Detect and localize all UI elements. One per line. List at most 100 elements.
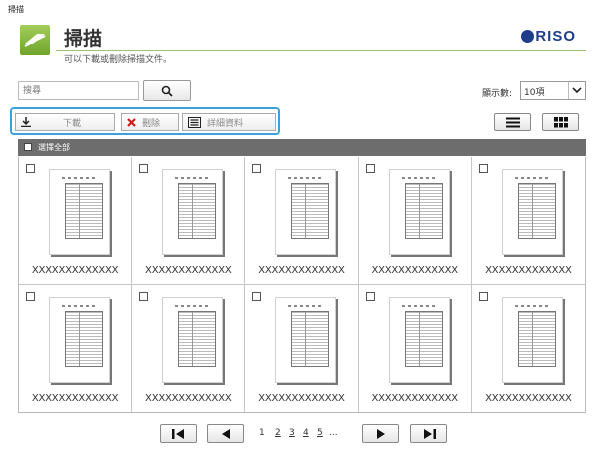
file-checkbox[interactable]	[478, 164, 488, 173]
thumbnail-table	[65, 310, 103, 367]
document-thumbnail[interactable]	[49, 169, 110, 255]
file-tile[interactable]: XXXXXXXXXXXXX	[132, 157, 246, 285]
pagination: 1 2 3 4 5 ...	[160, 424, 450, 444]
thumbnail-header	[175, 304, 212, 307]
display-count-select[interactable]: 10項	[520, 81, 586, 100]
list-view-icon	[506, 117, 520, 128]
delete-label: 刪除	[142, 118, 161, 129]
grid-view-button[interactable]	[542, 113, 579, 131]
previous-page-button[interactable]	[207, 424, 244, 443]
thumbnail-header	[288, 304, 325, 307]
thumbnail-header	[62, 177, 98, 179]
first-page-icon	[172, 429, 184, 439]
file-checkbox[interactable]	[365, 291, 375, 301]
thumbnail-header	[401, 304, 438, 307]
thumbnail-table	[404, 310, 443, 367]
document-thumbnail[interactable]	[49, 296, 110, 383]
file-name: XXXXXXXXXXXXX	[31, 392, 119, 404]
download-icon	[21, 117, 31, 127]
page-link[interactable]: 4	[303, 428, 309, 438]
search-button[interactable]	[143, 80, 191, 101]
page-header: 掃描 可以下載或刪除掃描文件。 RISO	[8, 15, 588, 70]
file-name: XXXXXXXXXXXXX	[258, 265, 345, 276]
file-checkbox[interactable]	[26, 291, 35, 301]
file-checkbox[interactable]	[365, 164, 375, 173]
page-link[interactable]: 2	[275, 428, 281, 438]
page-link[interactable]: 5	[317, 428, 323, 438]
thumbnail-table	[65, 183, 103, 239]
file-name: XXXXXXXXXXXXX	[371, 392, 458, 404]
next-page-icon	[377, 429, 385, 439]
file-tile[interactable]: XXXXXXXXXXXXX	[359, 284, 472, 412]
display-count-value: 10項	[524, 88, 545, 98]
previous-page-icon	[222, 429, 230, 439]
file-name: XXXXXXXXXXXXX	[371, 265, 458, 276]
window-title: 掃描	[8, 5, 24, 14]
document-thumbnail[interactable]	[275, 296, 337, 383]
thumbnail-header	[514, 177, 551, 179]
download-button[interactable]: 下載	[15, 113, 115, 131]
current-page: 1	[259, 428, 265, 438]
download-label: 下載	[63, 118, 82, 129]
file-tile[interactable]: XXXXXXXXXXXXX	[19, 284, 133, 412]
file-grid: XXXXXXXXXXXXX XXXXXXXXXXXXX XXXXXXXXXXXXX X…	[18, 157, 586, 413]
file-checkbox[interactable]	[252, 164, 262, 173]
scan-app-icon	[20, 25, 50, 55]
file-name: XXXXXXXXXXXXX	[145, 265, 232, 276]
file-tile[interactable]: XXXXXXXXXXXXX	[472, 285, 585, 413]
page-title: 掃描	[64, 28, 103, 50]
document-thumbnail[interactable]	[388, 296, 450, 383]
file-name: XXXXXXXXXXXXX	[145, 392, 232, 404]
document-thumbnail[interactable]	[501, 296, 563, 383]
document-thumbnail[interactable]	[162, 296, 224, 383]
thumbnail-table	[178, 310, 217, 367]
select-all-bar: 選擇全部	[18, 139, 586, 156]
page-link[interactable]: 3	[289, 428, 295, 438]
thumbnail-header	[401, 177, 438, 179]
file-checkbox[interactable]	[478, 291, 488, 301]
file-name: XXXXXXXXXXXXX	[485, 392, 572, 404]
file-checkbox[interactable]	[139, 291, 149, 301]
thumbnail-table	[178, 183, 217, 239]
details-button[interactable]: 詳細資料	[182, 113, 276, 131]
file-checkbox[interactable]	[26, 164, 35, 173]
file-checkbox[interactable]	[139, 164, 149, 173]
details-label: 詳細資料	[207, 118, 244, 129]
first-page-button[interactable]	[160, 424, 197, 443]
file-tile[interactable]: XXXXXXXXXXXXX	[19, 157, 133, 285]
delete-x-icon	[127, 117, 136, 127]
file-checkbox[interactable]	[252, 291, 262, 301]
last-page-button[interactable]	[410, 424, 447, 443]
thumbnail-table	[291, 183, 330, 239]
file-tile[interactable]: XXXXXXXXXXXXX	[358, 157, 472, 285]
riso-logo: RISO	[521, 28, 576, 45]
next-page-button[interactable]	[362, 424, 399, 443]
delete-button[interactable]: 刪除	[121, 113, 179, 131]
thumbnail-header	[288, 177, 325, 179]
page-ellipsis: ...	[329, 428, 338, 438]
file-name: XXXXXXXXXXXXX	[31, 265, 119, 276]
search-icon	[161, 85, 173, 97]
file-tile[interactable]: XXXXXXXXXXXXX	[471, 157, 585, 285]
details-list-icon	[188, 116, 201, 128]
riso-logo-text: RISO	[535, 28, 576, 45]
thumbnail-table	[517, 183, 556, 239]
thumbnail-header	[62, 304, 98, 307]
thumbnail-table	[291, 310, 330, 367]
thumbnail-header	[175, 177, 212, 179]
file-name: XXXXXXXXXXXXX	[485, 265, 572, 276]
search-input[interactable]	[18, 81, 139, 100]
file-tile[interactable]: XXXXXXXXXXXXX	[132, 284, 246, 412]
thumbnail-table	[517, 310, 556, 367]
file-tile[interactable]: XXXXXXXXXXXXX	[245, 284, 359, 412]
select-all-checkbox[interactable]	[24, 143, 32, 151]
riso-logo-mark	[521, 30, 535, 43]
file-tile[interactable]: XXXXXXXXXXXXX	[245, 157, 359, 285]
document-thumbnail[interactable]	[275, 169, 337, 255]
document-thumbnail[interactable]	[501, 169, 563, 255]
thumbnail-table	[404, 183, 443, 239]
document-thumbnail[interactable]	[388, 169, 450, 255]
list-view-button[interactable]	[494, 113, 531, 131]
select-all-label[interactable]: 選擇全部	[38, 142, 70, 153]
document-thumbnail[interactable]	[162, 169, 224, 255]
